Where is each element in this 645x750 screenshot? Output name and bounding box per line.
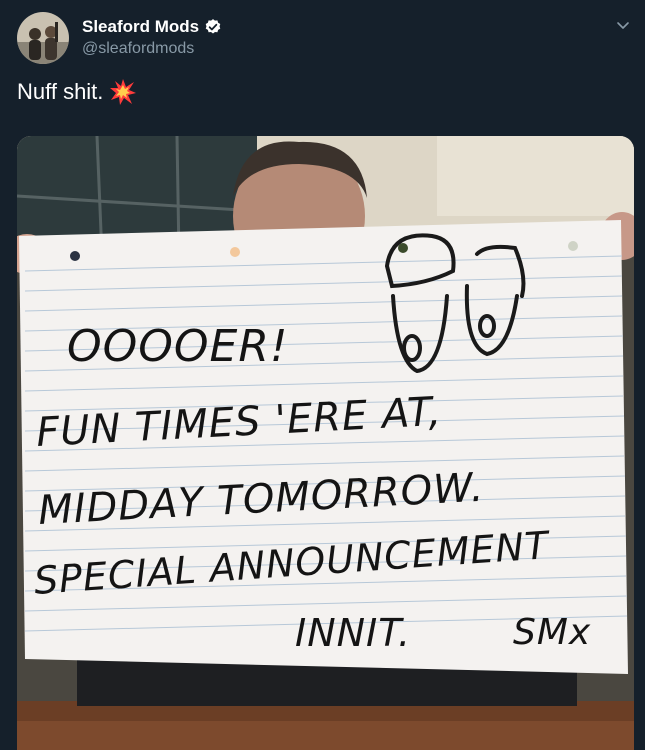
tweet-body: Nuff shit. [17, 79, 104, 104]
avatar[interactable] [17, 12, 69, 64]
collision-emoji-icon [109, 78, 137, 106]
tweet-photo[interactable]: OOOOER! FUN TIMES 'ERE AT, MIDDAY TOMORR… [17, 136, 634, 750]
sign-line-5: INNIT. [295, 611, 411, 655]
chevron-down-icon[interactable] [615, 17, 631, 33]
user-handle[interactable]: @sleafordmods [82, 40, 194, 58]
tweet-card: Sleaford Mods @sleafordmods Nuff shit. O… [0, 0, 645, 750]
display-name-text: Sleaford Mods [82, 17, 200, 36]
tweet-text: Nuff shit. [17, 78, 137, 106]
sign-line-6: SMx [513, 612, 591, 653]
sign-line-1: OOOOER! [67, 321, 289, 372]
display-name[interactable]: Sleaford Mods [82, 17, 222, 37]
verified-badge-icon [204, 18, 222, 36]
